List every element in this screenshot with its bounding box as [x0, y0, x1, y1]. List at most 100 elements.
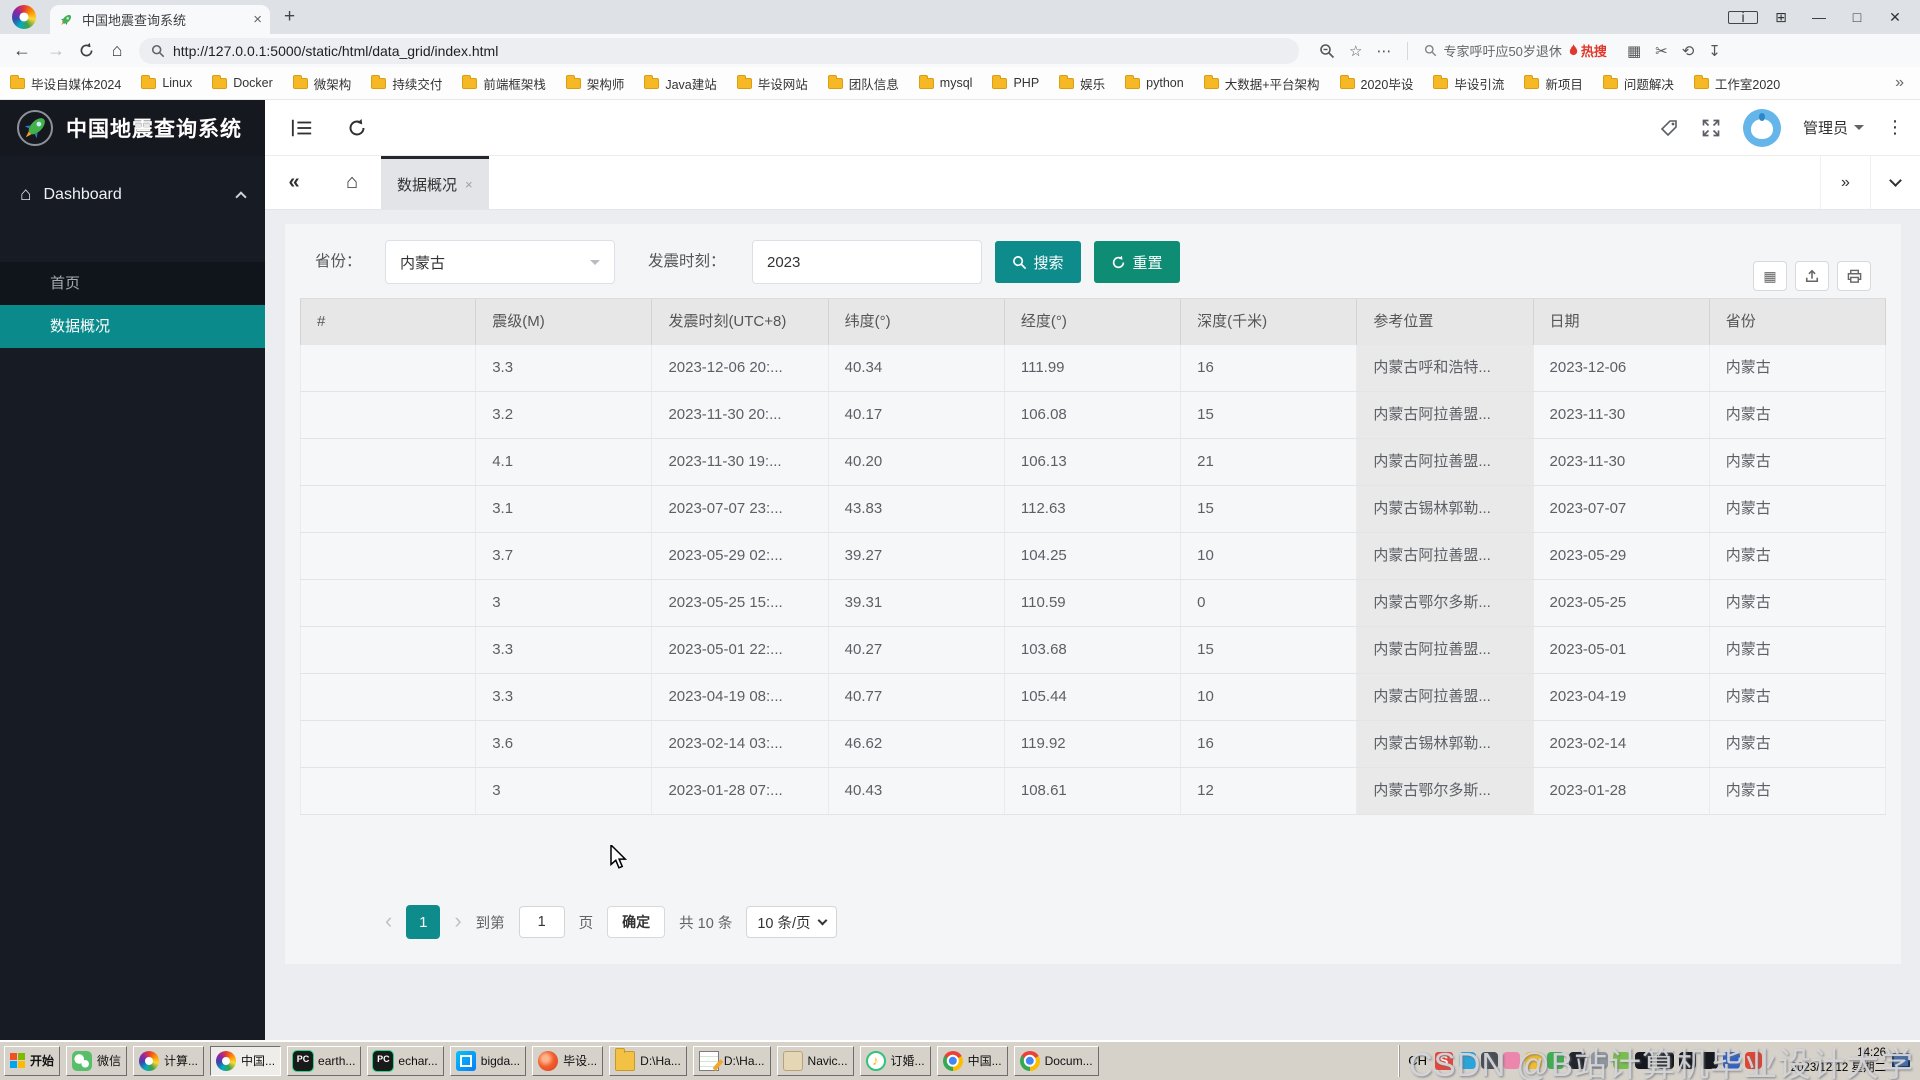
bookmark-item[interactable]: 持续交付: [371, 74, 442, 93]
qq-penguin-icon[interactable]: [1679, 1052, 1696, 1069]
refresh-icon[interactable]: [347, 118, 367, 138]
bookmarks-overflow-icon[interactable]: »: [1889, 74, 1910, 92]
column-header[interactable]: 震级(M): [476, 299, 652, 345]
taskbar-app-pycharm-2[interactable]: echar...: [367, 1046, 443, 1076]
taskbar-app-wechat[interactable]: 微信: [66, 1046, 127, 1076]
current-page-button[interactable]: 1: [406, 905, 440, 939]
input-method-indicator[interactable]: CH: [1406, 1053, 1429, 1068]
qq-penguin-icon[interactable]: [1635, 1052, 1652, 1069]
bookmark-item[interactable]: 毕设网站: [737, 74, 808, 93]
bookmark-item[interactable]: 毕设自媒体2024: [10, 74, 121, 93]
weather-drop-icon[interactable]: [1459, 1052, 1476, 1069]
green-app-icon[interactable]: [1547, 1052, 1564, 1069]
hot-search[interactable]: 专家呼吁应50岁退休 热搜: [1424, 41, 1606, 60]
window-minimize-icon[interactable]: —: [1804, 9, 1834, 25]
monitor-icon[interactable]: [1892, 1053, 1910, 1068]
column-header[interactable]: 省份: [1710, 299, 1886, 345]
music-app-icon[interactable]: [1525, 1052, 1542, 1069]
page-size-select[interactable]: 10 条/页: [746, 906, 836, 938]
sidebar-collapse-icon[interactable]: [291, 118, 313, 138]
column-header[interactable]: 经度(°): [1005, 299, 1181, 345]
kebab-menu-icon[interactable]: ⋮: [1886, 117, 1904, 138]
bookmark-item[interactable]: 架构师: [566, 74, 625, 93]
screenshot-scissors-icon[interactable]: ✂: [1655, 42, 1668, 60]
next-page-icon[interactable]: ›: [454, 908, 461, 934]
tab-close-icon[interactable]: ×: [465, 177, 473, 192]
new-tab-button[interactable]: +: [284, 6, 295, 28]
province-select[interactable]: 内蒙古: [385, 240, 615, 284]
tab-close-icon[interactable]: ×: [253, 11, 262, 28]
red-alert-icon[interactable]: [1745, 1052, 1762, 1069]
apps-grid-icon[interactable]: ▦: [1627, 42, 1641, 60]
table-row[interactable]: 3.6 2023-02-14 03:... 46.62 119.92 16 内蒙…: [300, 721, 1886, 768]
bookmark-item[interactable]: Linux: [141, 76, 192, 90]
taskbar-app-bishe[interactable]: 毕设...: [532, 1046, 603, 1076]
column-header[interactable]: 深度(千米): [1181, 299, 1357, 345]
goto-confirm-button[interactable]: 确定: [607, 906, 665, 938]
tabs-menu-icon[interactable]: [1870, 156, 1920, 209]
fullscreen-icon[interactable]: [1701, 118, 1721, 138]
window-info-icon[interactable]: i: [1728, 9, 1758, 25]
table-row[interactable]: 3.7 2023-05-29 02:... 39.27 104.25 10 内蒙…: [300, 533, 1886, 580]
usb-device-icon[interactable]: [1591, 1052, 1608, 1069]
column-header[interactable]: 参考位置: [1357, 299, 1533, 345]
tab-organize-icon[interactable]: ⊞: [1766, 9, 1796, 26]
bookmark-star-icon[interactable]: ☆: [1349, 42, 1362, 60]
table-row[interactable]: 3.2 2023-11-30 20:... 40.17 106.08 15 内蒙…: [300, 392, 1886, 439]
bookmark-item[interactable]: 问题解决: [1603, 74, 1674, 93]
bookmark-item[interactable]: python: [1125, 76, 1184, 90]
pink-app-icon[interactable]: [1503, 1052, 1520, 1069]
tag-icon[interactable]: [1659, 118, 1679, 138]
bookmark-item[interactable]: 娱乐: [1059, 74, 1105, 93]
user-avatar[interactable]: [1743, 109, 1781, 147]
browser-tab[interactable]: 中国地震查询系统 ×: [50, 5, 270, 34]
taskbar-app-chrome-1[interactable]: 中国...: [937, 1046, 1008, 1076]
bookmark-item[interactable]: Docker: [212, 76, 273, 90]
tab-home-icon[interactable]: ⌂: [323, 156, 381, 209]
browser-home-icon[interactable]: ⌂: [105, 40, 129, 61]
table-row[interactable]: 3.3 2023-04-19 08:... 40.77 105.44 10 内蒙…: [300, 674, 1886, 721]
qq-penguin-icon[interactable]: [1657, 1052, 1674, 1069]
table-row[interactable]: 4.1 2023-11-30 19:... 40.20 106.13 21 内蒙…: [300, 439, 1886, 486]
prev-page-icon[interactable]: ‹: [385, 908, 392, 934]
taskbar-app-browser-active[interactable]: 中国...: [210, 1046, 281, 1076]
bookmark-item[interactable]: 毕设引流: [1433, 74, 1504, 93]
taskbar-app-browser-1[interactable]: 计算...: [133, 1046, 204, 1076]
security-shield-icon[interactable]: [1723, 1052, 1740, 1069]
column-header[interactable]: #: [300, 299, 476, 345]
window-close-icon[interactable]: ✕: [1880, 9, 1910, 26]
sprout-icon[interactable]: [1613, 1052, 1630, 1069]
bookmark-item[interactable]: 微架构: [293, 74, 352, 93]
taskbar-app-idea[interactable]: bigda...: [450, 1046, 526, 1076]
address-bar[interactable]: http://127.0.0.1:5000/static/html/data_g…: [139, 38, 1299, 64]
taskbar-app-folder[interactable]: D:\Ha...: [609, 1046, 687, 1076]
taskbar-app-chrome-2[interactable]: Docum...: [1014, 1046, 1099, 1076]
sidebar-group-dashboard[interactable]: ⌂ Dashboard: [0, 170, 265, 220]
column-header[interactable]: 发震时刻(UTC+8): [652, 299, 828, 345]
start-button[interactable]: 开始: [4, 1046, 60, 1076]
column-header[interactable]: 纬度(°): [829, 299, 1005, 345]
taskbar-clock[interactable]: 14:26 2023/12/12 星期二: [1768, 1046, 1886, 1076]
time-input[interactable]: 2023: [752, 240, 982, 284]
bookmark-item[interactable]: 大数据+平台架构: [1204, 74, 1320, 93]
sidebar-item-data-overview[interactable]: 数据概况: [0, 305, 265, 348]
sogou-s-icon[interactable]: S: [1435, 1052, 1453, 1070]
taskbar-app-navicat[interactable]: Navic...: [777, 1046, 854, 1076]
table-row[interactable]: 3 2023-01-28 07:... 40.43 108.61 12 内蒙古鄂…: [300, 768, 1886, 815]
table-row[interactable]: 3.3 2023-05-01 22:... 40.27 103.68 15 内蒙…: [300, 627, 1886, 674]
sidebar-item-home[interactable]: 首页: [0, 262, 265, 305]
table-row[interactable]: 3.1 2023-07-07 23:... 43.83 112.63 15 内蒙…: [300, 486, 1886, 533]
zoom-icon[interactable]: [1319, 43, 1335, 59]
taskbar-app-qqmusic[interactable]: 订婚...: [860, 1046, 931, 1076]
back-icon[interactable]: ←: [10, 40, 34, 61]
bookmark-item[interactable]: 团队信息: [828, 74, 899, 93]
bookmark-item[interactable]: 工作室2020: [1694, 74, 1780, 93]
column-header[interactable]: 日期: [1534, 299, 1710, 345]
qq-penguin-icon[interactable]: [1701, 1052, 1718, 1069]
columns-button[interactable]: ▦: [1753, 261, 1787, 291]
table-row[interactable]: 3.3 2023-12-06 20:... 40.34 111.99 16 内蒙…: [300, 345, 1886, 392]
reload-icon[interactable]: [78, 42, 95, 59]
bookmark-item[interactable]: 2020毕设: [1340, 74, 1414, 93]
search-button[interactable]: 搜索: [995, 241, 1081, 283]
forward-icon[interactable]: →: [44, 40, 68, 61]
